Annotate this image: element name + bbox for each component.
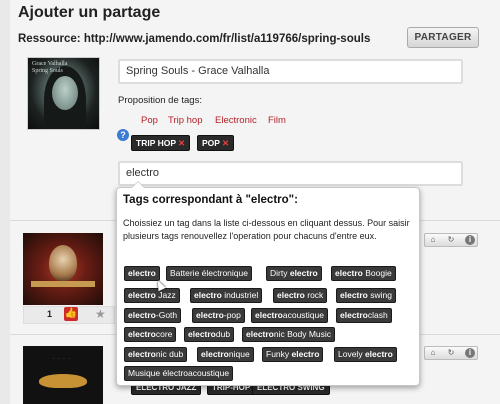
cover-small-text: · · · ·: [53, 356, 71, 362]
tag-option-suffix: -pop: [223, 310, 241, 320]
tag-option-suffix: nic dub: [155, 349, 184, 359]
tag-option[interactable]: electrodub: [184, 327, 235, 342]
selected-tag-trip-hop: TRIP HOP ✕: [131, 135, 191, 151]
tag-option[interactable]: electroacoustique: [251, 308, 328, 323]
tag-option-suffix: nic Body Music: [273, 329, 332, 339]
tag-option-match: electro: [291, 349, 320, 359]
tag-option-prefix: Funky: [266, 349, 292, 359]
tags-proposition-label: Proposition de tags:: [118, 95, 202, 106]
thumbs-up-icon[interactable]: 👍: [64, 307, 78, 321]
tag-option-match: electro: [128, 290, 156, 300]
tag-option-suffix: industriel: [221, 290, 259, 300]
row1-tools: ⌂ ↻ i: [424, 233, 478, 247]
tag-option[interactable]: electro industriel: [190, 288, 263, 303]
tag-option-prefix: Musique électroacoustique: [128, 368, 230, 378]
tag-option-prefix: Lovely: [338, 349, 365, 359]
tag-icon[interactable]: ⌂: [428, 235, 438, 245]
tag-option[interactable]: Batterie électronique: [166, 266, 252, 281]
tag-option[interactable]: electro rock: [273, 288, 328, 303]
tag-option[interactable]: electro Jazz: [124, 288, 180, 303]
tag-option-suffix: dub: [215, 329, 231, 339]
tag-option[interactable]: electroclash: [336, 308, 392, 323]
tag-option-suffix: nique: [228, 349, 250, 359]
tag-option[interactable]: electro swing: [336, 288, 396, 303]
page-title: Ajouter un partage: [18, 4, 161, 21]
tag-option-match: electro: [255, 310, 283, 320]
tag-option-suffix: swing: [367, 290, 392, 300]
selected-tag-label: TRIP HOP: [136, 138, 176, 148]
refresh-icon[interactable]: ↻: [446, 348, 456, 358]
cover-caption-artist: Grace Valhalla: [32, 61, 68, 67]
tag-option-match: electro: [128, 310, 156, 320]
remove-tag-icon[interactable]: ✕: [222, 138, 229, 148]
tag-option-suffix: core: [155, 329, 173, 339]
tag-option-match: electro: [340, 290, 368, 300]
tag-option-suffix: clash: [367, 310, 388, 320]
tag-option-match: electro: [335, 268, 363, 278]
cover-band: [31, 281, 95, 287]
tag-option-suffix: acoustique: [282, 310, 324, 320]
dropdown-instructions: Choissiez un tag dans la liste ci-dessou…: [123, 218, 410, 241]
tag-option[interactable]: electro Boogie: [331, 266, 396, 281]
tag-option[interactable]: Lovely electro: [334, 347, 397, 362]
tag-option-suffix: Jazz: [155, 290, 176, 300]
tag-suggestion-pop[interactable]: Pop: [141, 115, 158, 126]
cover-caption-album: Spring Souls: [32, 68, 63, 74]
tag-option[interactable]: Musique électroacoustique: [124, 366, 234, 381]
tag-suggestion-film[interactable]: Film: [268, 115, 286, 126]
tag-option-match: electro: [196, 310, 224, 320]
tag-icon[interactable]: ⌂: [428, 348, 438, 358]
cover-mustache: [39, 374, 87, 388]
tag-option-match: electro: [201, 349, 229, 359]
help-icon[interactable]: ?: [117, 129, 129, 141]
cover-emblem: [49, 245, 77, 281]
tag-suggestion-trip-hop[interactable]: Trip hop: [168, 115, 203, 126]
selected-tag-pop: POP ✕: [197, 135, 235, 151]
cover-face: [52, 76, 78, 110]
share-button[interactable]: PARTAGER: [407, 27, 479, 48]
tag-option-match: electro: [128, 329, 156, 339]
tag-option-match: electro: [289, 268, 318, 278]
tag-option-match: electro: [364, 349, 393, 359]
album-cover-image: Grace Valhalla Spring Souls: [27, 57, 100, 130]
tag-option[interactable]: electro-Goth: [124, 308, 182, 323]
tag-option[interactable]: Funky electro: [262, 347, 324, 362]
tag-option-match: electro: [340, 310, 368, 320]
tag-option-suffix: rock: [304, 290, 324, 300]
tag-option[interactable]: electro: [124, 266, 160, 281]
row1-cover-image: [23, 233, 103, 305]
dropdown-heading: Tags correspondant à "electro":: [123, 194, 298, 206]
tag-option[interactable]: electronic Body Music: [242, 327, 336, 342]
selected-tag-label: POP: [202, 138, 220, 148]
tag-suggestion-electronic[interactable]: Electronic: [215, 115, 257, 126]
row1-vote-count: 1: [47, 309, 53, 319]
refresh-icon[interactable]: ↻: [446, 235, 456, 245]
star-icon[interactable]: ★: [95, 307, 106, 321]
tag-option[interactable]: electrocore: [124, 327, 177, 342]
tag-option[interactable]: Dirty electro: [266, 266, 322, 281]
tag-search-input[interactable]: electro: [118, 161, 463, 186]
tag-option-match: electro: [188, 329, 216, 339]
tag-option-match: electro: [194, 290, 222, 300]
tag-option-match: electro: [128, 349, 156, 359]
remove-tag-icon[interactable]: ✕: [178, 138, 185, 148]
row2-cover-image: · · · ·: [23, 346, 103, 404]
tag-option[interactable]: electronique: [197, 347, 254, 362]
resource-url: Ressource: http://www.jamendo.com/fr/lis…: [18, 33, 371, 45]
tag-option-match: electro: [128, 268, 156, 278]
tag-option-match: electro: [246, 329, 274, 339]
tag-option-prefix: Batterie électronique: [170, 268, 248, 278]
tag-option-suffix: Boogie: [362, 268, 392, 278]
tag-option-match: electro: [277, 290, 305, 300]
info-icon[interactable]: i: [465, 348, 475, 358]
tag-option-prefix: Dirty: [270, 268, 290, 278]
share-title-input[interactable]: Spring Souls - Grace Valhalla: [118, 59, 463, 84]
row2-tools: ⌂ ↻ i: [424, 346, 478, 360]
tag-option[interactable]: electronic dub: [124, 347, 188, 362]
info-icon[interactable]: i: [465, 235, 475, 245]
tag-option[interactable]: electro-pop: [192, 308, 245, 323]
tag-option-suffix: -Goth: [155, 310, 178, 320]
